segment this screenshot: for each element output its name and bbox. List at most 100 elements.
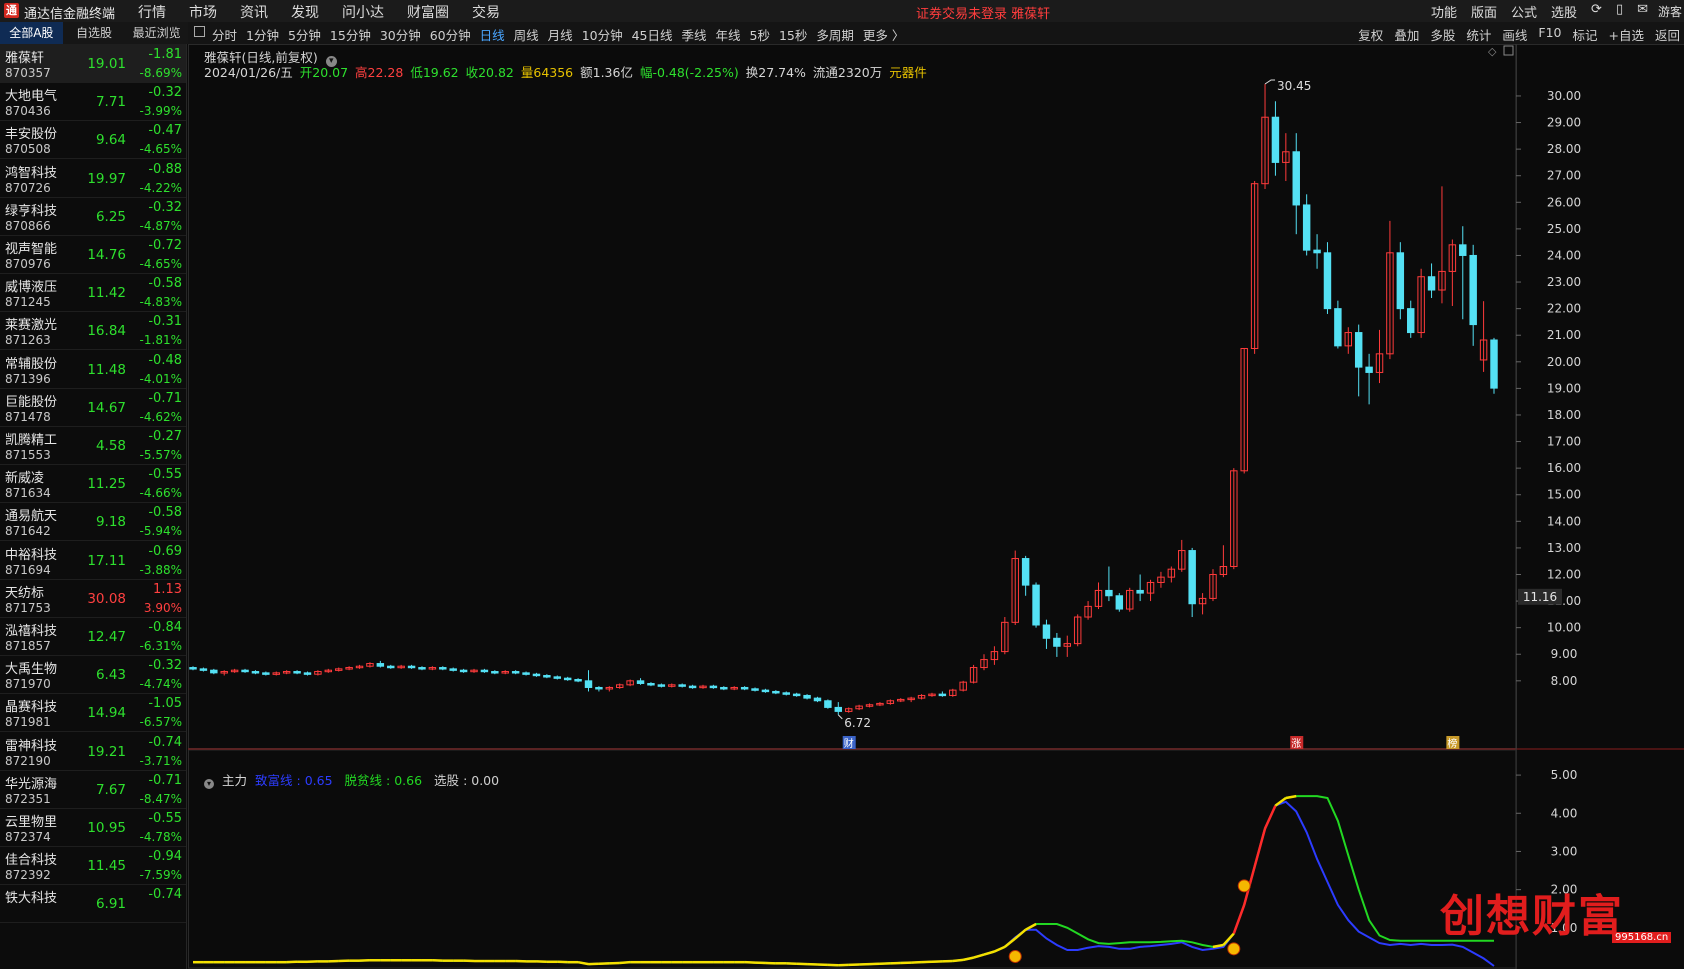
- stock-row[interactable]: 泓禧科技 871857 12.47 -0.84 -6.31%: [0, 617, 186, 656]
- stock-row[interactable]: 通易航天 871642 9.18 -0.58 -5.94%: [0, 502, 186, 542]
- candle-body: [1490, 339, 1498, 389]
- candle-body: [1459, 244, 1467, 256]
- stock-row[interactable]: 大禹生物 871970 6.43 -0.32 -4.74%: [0, 655, 186, 695]
- menu-item-select[interactable]: 选股: [1551, 2, 1577, 21]
- period-14[interactable]: 15秒: [779, 25, 807, 44]
- stock-row[interactable]: 绿亨科技 870866 6.25 -0.32 -4.87%: [0, 197, 186, 236]
- stock-row[interactable]: 华光源海 872351 7.67 -0.71 -8.47%: [0, 770, 186, 809]
- stock-row[interactable]: 鸿智科技 870726 19.97 -0.88 -4.22%: [0, 159, 186, 198]
- period-1[interactable]: 1分钟: [246, 25, 279, 44]
- stock-row[interactable]: 佳合科技 872392 11.45 -0.94 -7.59%: [0, 846, 186, 886]
- chart-tool-8[interactable]: 返回: [1655, 25, 1680, 44]
- y-tick-label: 24.00: [1547, 248, 1581, 262]
- menu-item-formula[interactable]: 公式: [1511, 2, 1537, 21]
- stock-change: -0.94: [148, 849, 182, 865]
- y-tick-label: 29.00: [1547, 116, 1581, 130]
- tab-recent[interactable]: 最近浏览: [125, 22, 188, 44]
- period-7[interactable]: 周线: [514, 25, 539, 44]
- stock-change-pct: -6.57%: [139, 715, 182, 730]
- period-4[interactable]: 30分钟: [380, 25, 421, 44]
- series-highlight-segment: [1232, 904, 1246, 934]
- stock-change-pct: -4.01%: [139, 371, 182, 386]
- y-tick-label: 14.00: [1547, 514, 1581, 528]
- stock-row[interactable]: 雅葆轩 870357 19.01 -1.81 -8.69%: [0, 44, 186, 83]
- stock-row[interactable]: 天纺标 871753 30.08 1.13 3.90%: [0, 579, 186, 618]
- stock-name: 新威凌: [5, 471, 45, 487]
- stock-row[interactable]: 巨能股份 871478 14.67 -0.71 -4.62%: [0, 388, 186, 427]
- menu-item-markets[interactable]: 市场: [189, 2, 217, 22]
- stock-row[interactable]: 凯腾精工 871553 4.58 -0.27 -5.57%: [0, 426, 186, 465]
- guest-user[interactable]: 游客: [1658, 3, 1682, 20]
- stock-change-pct: -5.94%: [139, 524, 182, 539]
- period-13[interactable]: 5秒: [750, 25, 770, 44]
- chart-tool-4[interactable]: 画线: [1502, 25, 1527, 44]
- stock-row[interactable]: 丰安股份 870508 9.64 -0.47 -4.65%: [0, 120, 186, 160]
- stock-row[interactable]: 铁大科技 6.91 -0.74: [0, 884, 186, 924]
- period-15[interactable]: 多周期: [816, 25, 854, 44]
- period-16[interactable]: 更多 〉: [863, 25, 904, 44]
- stock-name: 晶赛科技: [5, 700, 58, 716]
- legend-zhifu-value: 0.65: [304, 773, 333, 788]
- period-12[interactable]: 年线: [716, 25, 741, 44]
- tab-all-a-shares[interactable]: 全部A股: [0, 22, 63, 44]
- indicator-title[interactable]: 主力: [222, 773, 247, 788]
- candlestick-chart[interactable]: ◇ 30.00 29.00 28.00 27.00 26.00 25.00 24.00 23.0…: [188, 44, 1684, 969]
- menu-item-function[interactable]: 功能: [1431, 2, 1457, 21]
- stock-row[interactable]: 新威凌 871634 11.25 -0.55 -4.66%: [0, 464, 186, 504]
- stock-row[interactable]: 雷神科技 872190 19.21 -0.74 -3.71%: [0, 732, 186, 771]
- menu-item-layout[interactable]: 版面: [1471, 2, 1497, 21]
- period-8[interactable]: 月线: [548, 25, 573, 44]
- stock-name: 巨能股份: [5, 394, 58, 410]
- chart-tool-0[interactable]: 复权: [1358, 25, 1383, 44]
- login-warning[interactable]: 证券交易未登录 雅葆轩: [916, 3, 1050, 22]
- stock-change-pct: -5.57%: [139, 448, 182, 462]
- panel-toggle-icon[interactable]: [194, 26, 205, 37]
- chart-tool-5[interactable]: F10: [1538, 25, 1561, 44]
- candle-body: [480, 669, 489, 673]
- chart-tool-3[interactable]: 统计: [1466, 25, 1491, 44]
- stock-change-pct: -8.47%: [139, 791, 182, 806]
- menu-item-trade[interactable]: 交易: [472, 2, 500, 22]
- stock-row[interactable]: 中裕科技 871694 17.11 -0.69 -3.88%: [0, 541, 186, 580]
- buy-signal-icon: [1008, 949, 1022, 963]
- period-9[interactable]: 10分钟: [582, 25, 623, 44]
- stock-row[interactable]: 晶赛科技 871981 14.94 -1.05 -6.57%: [0, 693, 186, 733]
- refresh-icon[interactable]: ⟳: [1591, 2, 1602, 21]
- stock-row[interactable]: 大地电气 870436 7.71 -0.32 -3.99%: [0, 82, 186, 122]
- menu-item-discover[interactable]: 发现: [291, 2, 319, 22]
- period-0[interactable]: 分时: [212, 25, 237, 44]
- stock-row[interactable]: 云里物里 872374 10.95 -0.55 -4.78%: [0, 808, 186, 847]
- menu-item-market[interactable]: 行情: [138, 2, 166, 22]
- collapse-icon[interactable]: ▾: [204, 779, 214, 789]
- candle-body: [1136, 589, 1144, 594]
- menu-item-news[interactable]: 资讯: [240, 2, 268, 22]
- candle-body: [532, 673, 541, 677]
- period-11[interactable]: 季线: [682, 25, 707, 44]
- stock-code: 871642: [5, 524, 51, 539]
- chart-tool-2[interactable]: 多股: [1430, 25, 1455, 44]
- period-5[interactable]: 60分钟: [430, 25, 471, 44]
- period-2[interactable]: 5分钟: [288, 25, 321, 44]
- tab-watchlist[interactable]: 自选股: [63, 22, 126, 44]
- stock-code: 871553: [5, 448, 51, 462]
- stock-row[interactable]: 威博液压 871245 11.42 -0.58 -4.83%: [0, 273, 186, 313]
- stock-row[interactable]: 常辅股份 871396 11.48 -0.48 -4.01%: [0, 350, 186, 389]
- phone-icon[interactable]: ▯: [1616, 2, 1623, 21]
- chart-tool-7[interactable]: +自选: [1609, 25, 1644, 44]
- stock-row[interactable]: 视声智能 870976 14.76 -0.72 -4.65%: [0, 235, 186, 274]
- period-6[interactable]: 日线: [480, 25, 505, 44]
- chart-tool-6[interactable]: 标记: [1572, 25, 1597, 44]
- menu-item-wealth-circle[interactable]: 财富圈: [407, 2, 449, 22]
- stock-change: -0.32: [148, 658, 182, 674]
- period-3[interactable]: 15分钟: [330, 25, 371, 44]
- candle-body: [740, 686, 749, 690]
- series-highlight-segment: [993, 945, 1006, 953]
- candle-body: [1021, 558, 1030, 586]
- stock-row[interactable]: 莱赛激光 871263 16.84 -0.31 -1.81%: [0, 311, 186, 351]
- menu-item-ask[interactable]: 问小达: [342, 2, 384, 22]
- sector-label[interactable]: 元器件: [889, 65, 927, 80]
- period-10[interactable]: 45日线: [632, 25, 673, 44]
- candle-body: [189, 667, 197, 670]
- chart-tool-1[interactable]: 叠加: [1394, 25, 1419, 44]
- mail-icon[interactable]: ✉: [1637, 2, 1648, 21]
